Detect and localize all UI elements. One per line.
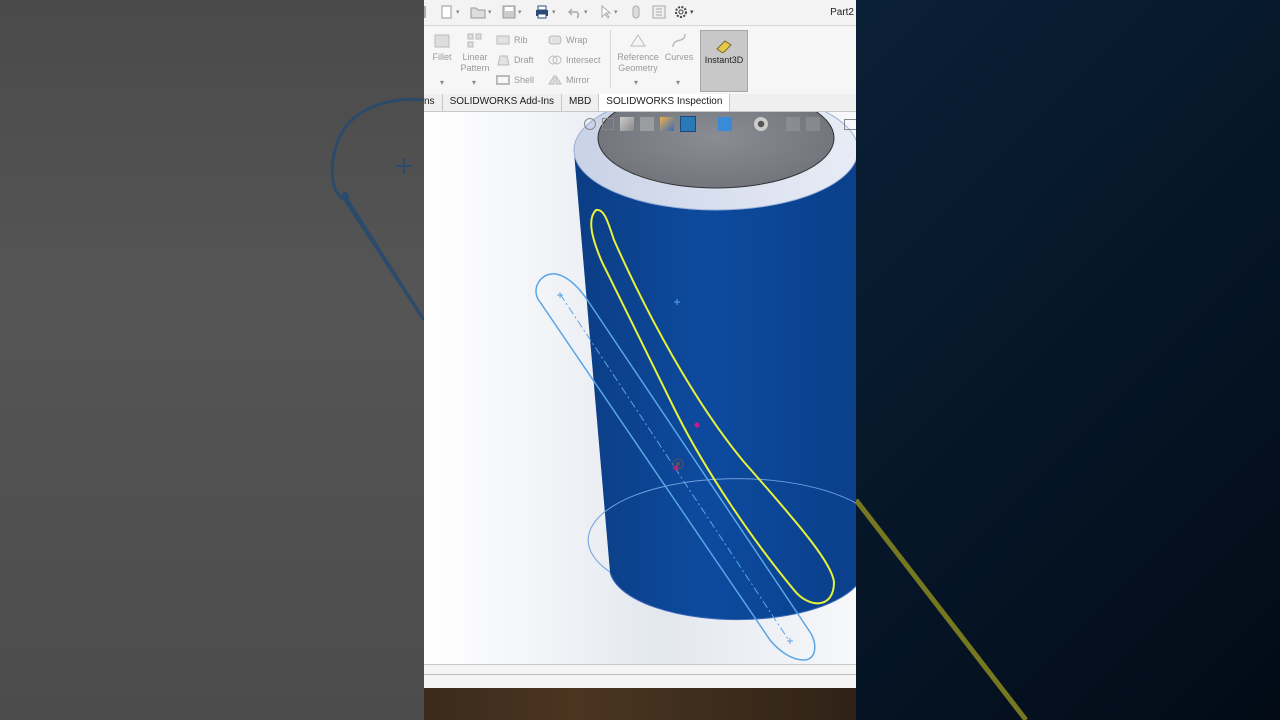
print-icon[interactable]: ▾ [534, 4, 556, 20]
mirror-button[interactable]: Mirror [548, 72, 590, 88]
blurred-highlight-line [856, 498, 1028, 720]
reference-geometry-label-2: Geometry [618, 63, 658, 73]
edit-appearance-icon[interactable] [786, 117, 800, 131]
gear-icon[interactable]: ▾ [674, 4, 694, 20]
command-manager-tabs: ns SOLIDWORKS Add-Ins MBD SOLIDWORKS Ins… [424, 94, 856, 112]
curves-dropdown-icon[interactable]: ▾ [676, 78, 680, 87]
curves-label: Curves [664, 52, 694, 62]
linear-pattern-icon [467, 33, 482, 48]
save-icon[interactable]: ▾ [502, 4, 522, 20]
cylinder-body[interactable] [574, 152, 856, 620]
ribbon-separator [610, 30, 611, 88]
new-document-icon[interactable]: ▾ [440, 4, 460, 20]
fillet-dropdown-icon[interactable]: ▾ [440, 78, 444, 87]
view-settings-icon[interactable] [844, 118, 856, 130]
graphics-viewport[interactable] [424, 112, 856, 664]
curves-icon [672, 33, 686, 48]
home-icon[interactable] [424, 6, 436, 18]
mirror-label: Mirror [566, 75, 590, 85]
linear-pattern-button[interactable]: Linear Pattern [460, 32, 490, 74]
rib-button[interactable]: Rib [496, 32, 528, 48]
previous-view-icon[interactable] [620, 117, 634, 131]
wrap-icon [548, 35, 562, 45]
document-title: Part2 [830, 7, 854, 18]
shell-icon [496, 75, 510, 85]
fillet-label: Fillet [432, 52, 452, 62]
draft-label: Draft [514, 55, 534, 65]
linear-pattern-label-1: Linear [462, 52, 488, 62]
features-ribbon: Fillet ▾ Linear Pattern ▾ Rib Draft Shel… [424, 26, 856, 95]
file-properties-icon[interactable] [652, 4, 666, 20]
draft-button[interactable]: Draft [496, 52, 534, 68]
reference-geometry-icon [630, 34, 646, 47]
fillet-button[interactable]: Fillet [430, 32, 454, 63]
tab-solidworks-inspection[interactable]: SOLIDWORKS Inspection [599, 94, 731, 111]
heads-up-view-toolbar [584, 114, 856, 134]
section-view-icon[interactable] [640, 117, 654, 131]
display-style-icon[interactable] [718, 117, 732, 131]
rib-icon [496, 35, 510, 45]
reference-geometry-button[interactable]: Reference Geometry [616, 32, 660, 74]
instant3d-icon [716, 40, 732, 53]
draft-icon [497, 55, 510, 66]
intersect-label: Intersect [566, 55, 601, 65]
curves-button[interactable]: Curves [664, 32, 694, 63]
status-divider [424, 674, 856, 675]
quick-access-toolbar: ▾ ▾ ▾ ▾ ▾ ▾ ▾ Part2 [424, 0, 856, 26]
fillet-icon [434, 34, 450, 48]
tab-solidworks-add-ins[interactable]: SOLIDWORKS Add-Ins [443, 94, 563, 111]
shell-label: Shell [514, 75, 535, 85]
left-blurred-background [0, 0, 424, 720]
wrap-button[interactable]: Wrap [548, 32, 587, 48]
tab-truncated[interactable]: ns [424, 94, 443, 111]
open-folder-icon[interactable]: ▾ [470, 4, 492, 20]
reference-geometry-dropdown-icon[interactable]: ▾ [634, 78, 638, 87]
hide-show-items-icon[interactable] [754, 117, 768, 131]
undo-icon[interactable]: ▾ [568, 4, 588, 20]
zoom-to-fit-icon[interactable] [584, 118, 596, 130]
mirror-icon [548, 74, 562, 85]
linear-pattern-dropdown-icon[interactable]: ▾ [472, 78, 476, 87]
solidworks-window: ▾ ▾ ▾ ▾ ▾ ▾ ▾ Part2 Fillet ▾ Linear Patt… [424, 0, 856, 720]
rib-label: Rib [514, 35, 528, 45]
intersect-icon [548, 55, 562, 65]
status-bar [424, 664, 856, 689]
instant3d-button[interactable]: Instant3D [700, 30, 748, 92]
tab-mbd[interactable]: MBD [562, 94, 600, 111]
desktop-taskbar [424, 688, 856, 720]
wrap-label: Wrap [566, 35, 588, 45]
intersect-button[interactable]: Intersect [548, 52, 601, 68]
view-orientation-icon[interactable] [680, 116, 696, 132]
blurred-sketch-graphic [330, 97, 424, 321]
rebuild-icon[interactable] [630, 4, 642, 20]
model-scene[interactable] [424, 112, 856, 664]
right-blurred-background [856, 0, 1280, 720]
dynamic-annotation-icon[interactable] [660, 117, 674, 131]
shell-button[interactable]: Shell [496, 72, 534, 88]
reference-geometry-label-1: Reference [617, 52, 659, 62]
sketch-point[interactable] [694, 422, 700, 428]
zoom-area-icon[interactable] [602, 118, 614, 130]
instant3d-label: Instant3D [704, 55, 744, 65]
apply-scene-icon[interactable] [806, 117, 820, 131]
select-arrow-icon[interactable]: ▾ [600, 4, 618, 20]
linear-pattern-label-2: Pattern [460, 63, 490, 73]
